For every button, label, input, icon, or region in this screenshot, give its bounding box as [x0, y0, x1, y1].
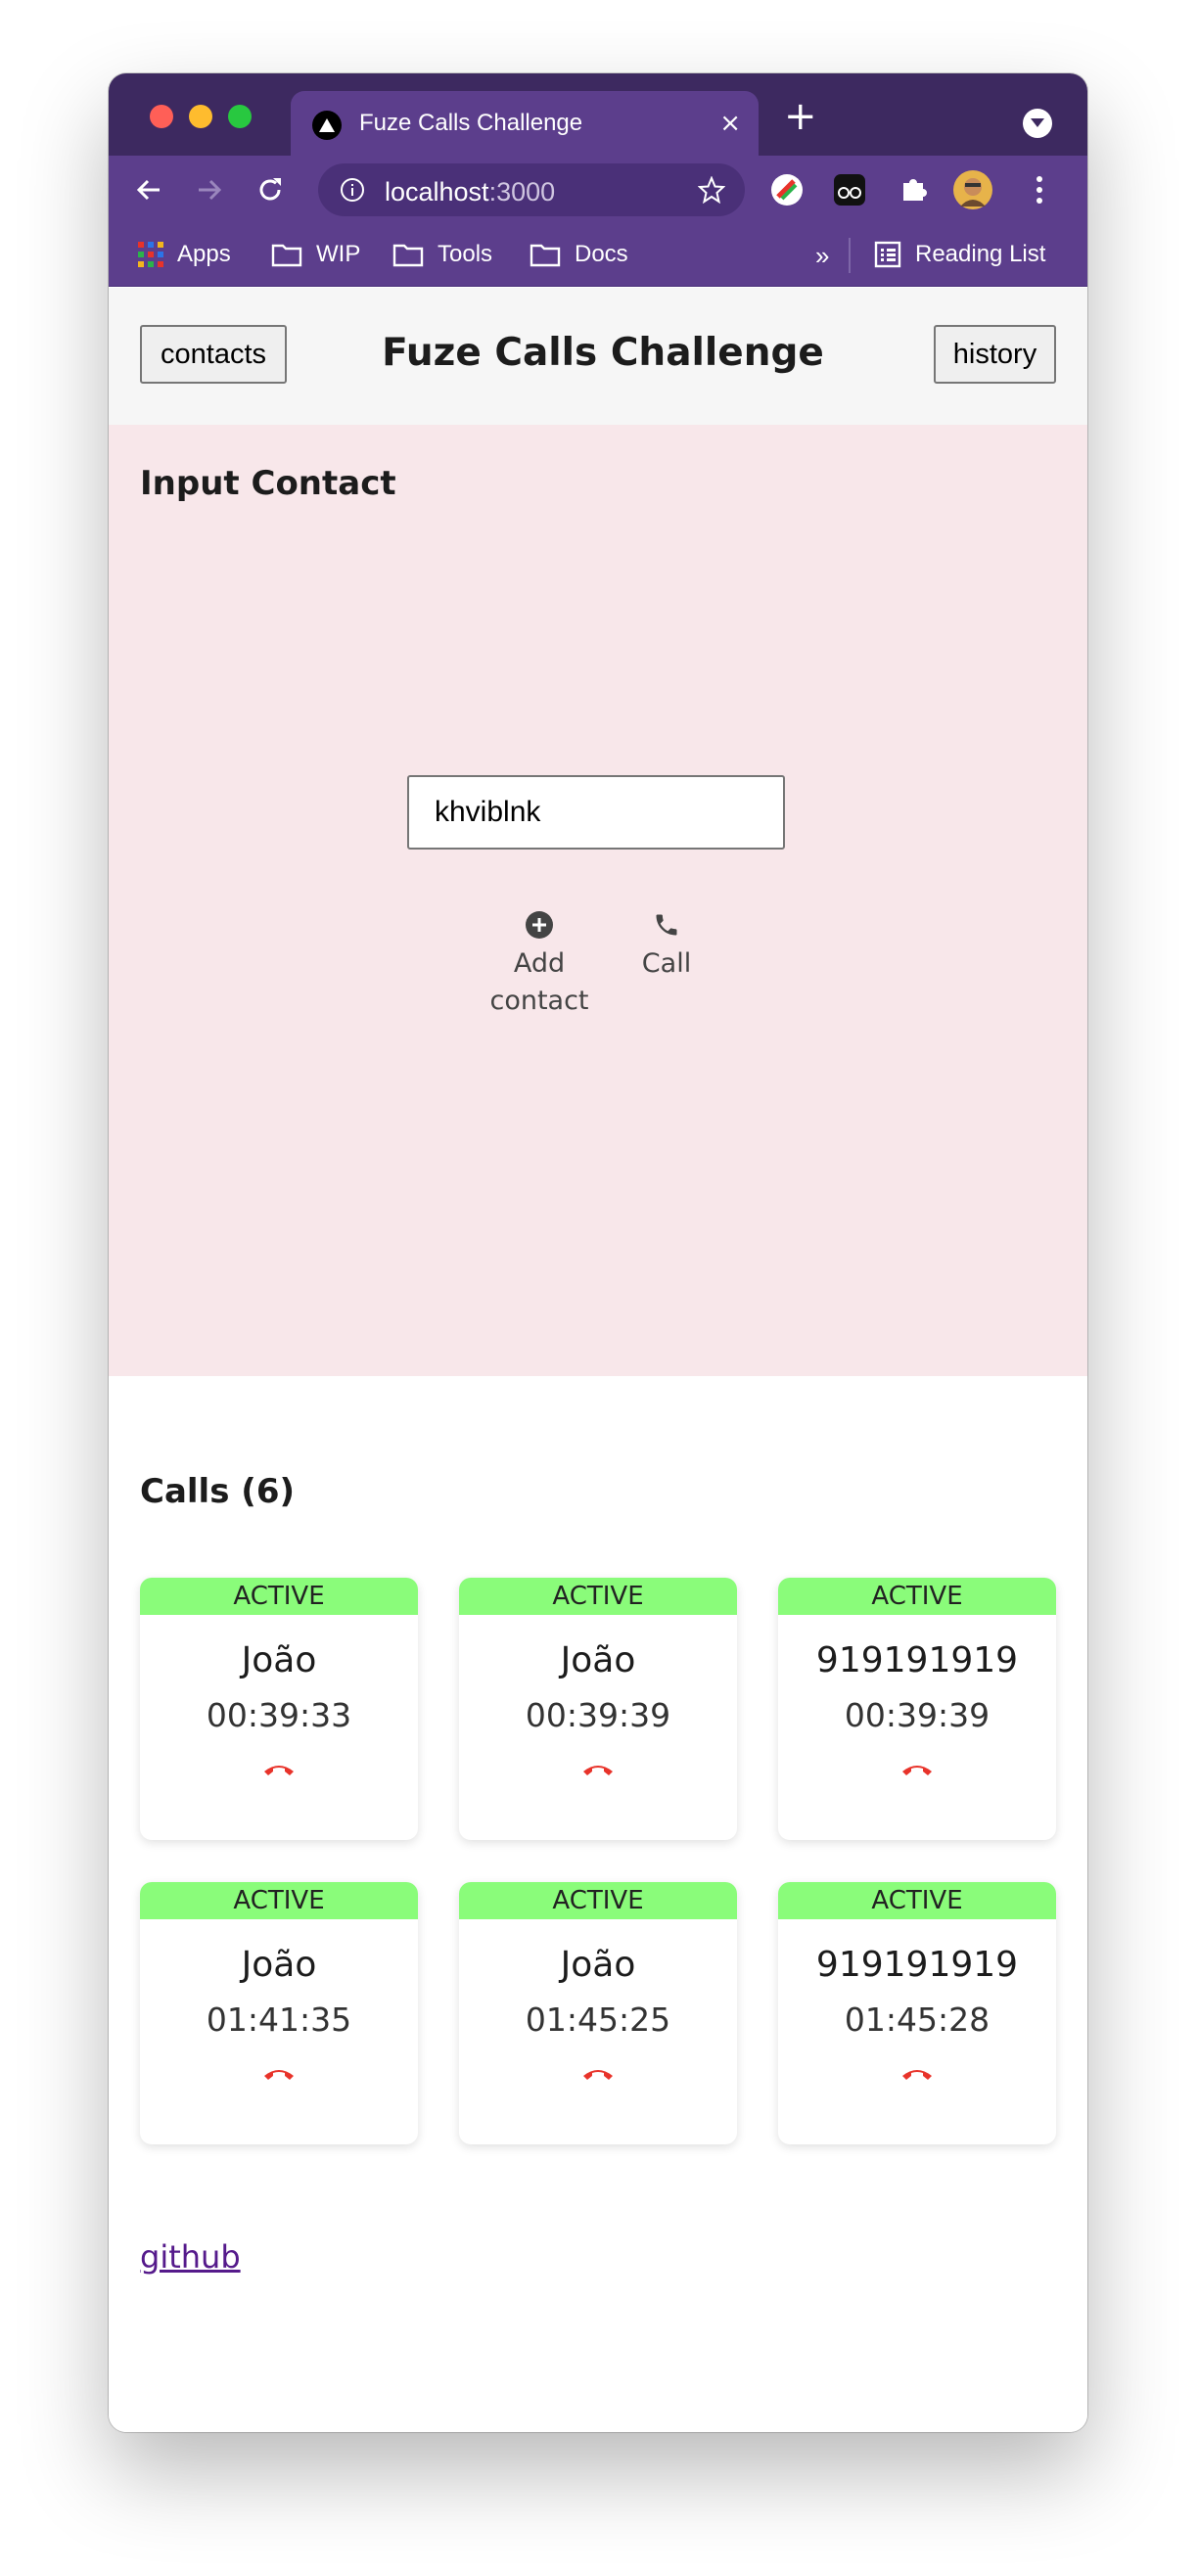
reload-icon[interactable] — [255, 175, 285, 205]
bookmarks-bar: Apps WIP Tools Docs » Reading List — [109, 224, 1087, 287]
contact-input[interactable] — [407, 775, 785, 850]
folder-icon — [271, 244, 302, 267]
bookmarks-overflow-button[interactable]: » — [815, 241, 829, 271]
tab-search-icon[interactable] — [1023, 109, 1052, 138]
calls-title: Calls (6) — [140, 1472, 296, 1511]
favicon-icon — [312, 111, 342, 140]
caller-name: João — [560, 1640, 636, 1680]
extension-color-icon[interactable] — [770, 173, 804, 207]
address-bar[interactable]: localhost:3000 — [318, 163, 745, 216]
history-button[interactable]: history — [934, 325, 1056, 384]
page-content: contacts Fuze Calls Challenge history In… — [109, 288, 1087, 2432]
reading-list-icon — [874, 241, 901, 268]
caller-name: 919191919 — [815, 1640, 1019, 1680]
bookmarks-divider — [849, 238, 851, 273]
new-tab-button[interactable]: + — [784, 97, 817, 136]
status-badge: ACTIVE — [459, 1578, 737, 1615]
call-duration: 00:39:39 — [525, 1696, 671, 1734]
add-contact-label-line2: contact — [489, 986, 589, 1016]
phone-icon — [656, 914, 677, 936]
hang-up-icon[interactable] — [581, 1762, 615, 1777]
profile-avatar[interactable] — [952, 169, 993, 210]
url-text: localhost:3000 — [385, 177, 556, 207]
status-badge: ACTIVE — [459, 1882, 737, 1919]
bookmark-docs[interactable]: Docs — [530, 241, 628, 268]
hang-up-icon[interactable] — [581, 2066, 615, 2082]
caller-name: 919191919 — [815, 1945, 1019, 1985]
bookmark-apps[interactable]: Apps — [138, 241, 231, 268]
status-badge: ACTIVE — [778, 1882, 1056, 1919]
call-card: ACTIVE João 00:39:33 — [140, 1578, 418, 1840]
caller-name: João — [560, 1945, 636, 1985]
folder-icon — [530, 244, 561, 267]
input-contact-section: Input Contact Add contact C — [109, 425, 1087, 1376]
status-badge: ACTIVE — [140, 1882, 418, 1919]
call-duration: 00:39:39 — [844, 1696, 991, 1734]
bookmark-label: Apps — [177, 241, 231, 267]
forward-icon[interactable] — [195, 175, 224, 205]
add-contact-label-line1: Add — [513, 948, 566, 979]
call-duration: 01:41:35 — [206, 2001, 352, 2039]
app-header: contacts Fuze Calls Challenge history — [109, 288, 1087, 425]
hang-up-icon[interactable] — [900, 1762, 934, 1777]
github-link[interactable]: github — [140, 2238, 241, 2276]
close-window-button[interactable] — [150, 105, 173, 128]
call-card: ACTIVE 919191919 00:39:39 — [778, 1578, 1056, 1840]
reading-list-label: Reading List — [915, 241, 1046, 267]
title-bar: Fuze Calls Challenge × + — [109, 73, 1087, 156]
bookmark-label: WIP — [316, 241, 361, 267]
add-circle-icon — [526, 911, 553, 939]
extensions-puzzle-icon[interactable] — [898, 173, 929, 205]
hang-up-icon[interactable] — [262, 2066, 296, 2082]
call-button[interactable]: Call — [627, 904, 706, 983]
call-card: ACTIVE João 01:45:25 — [459, 1882, 737, 2144]
hang-up-icon[interactable] — [262, 1762, 296, 1777]
bookmark-label: Docs — [575, 241, 628, 267]
call-duration: 01:45:28 — [844, 2001, 991, 2039]
back-icon[interactable] — [134, 175, 163, 205]
add-contact-button[interactable]: Add contact — [481, 904, 598, 1020]
bookmark-star-icon[interactable] — [698, 176, 725, 204]
browser-tab[interactable]: Fuze Calls Challenge × — [291, 91, 759, 156]
bookmark-tools[interactable]: Tools — [392, 241, 492, 268]
caller-name: João — [241, 1640, 317, 1680]
apps-grid-icon — [138, 242, 163, 267]
folder-icon — [392, 244, 424, 267]
caller-name: João — [241, 1945, 317, 1985]
tab-close-icon[interactable]: × — [719, 110, 741, 137]
hang-up-icon[interactable] — [900, 2066, 934, 2082]
status-badge: ACTIVE — [778, 1578, 1056, 1615]
extension-glasses-icon[interactable] — [833, 173, 866, 207]
call-card: ACTIVE João 01:41:35 — [140, 1882, 418, 2144]
call-duration: 00:39:33 — [206, 1696, 352, 1734]
bookmark-label: Tools — [438, 241, 493, 267]
section-title: Input Contact — [140, 464, 396, 503]
more-menu-icon[interactable] — [1035, 175, 1044, 205]
status-badge: ACTIVE — [140, 1578, 418, 1615]
call-card: ACTIVE João 00:39:39 — [459, 1578, 737, 1840]
browser-toolbar: localhost:3000 — [109, 156, 1087, 224]
browser-window: Fuze Calls Challenge × + localhost:3000 — [109, 73, 1087, 2432]
call-label: Call — [641, 948, 692, 979]
call-duration: 01:45:25 — [525, 2001, 671, 2039]
call-card: ACTIVE 919191919 01:45:28 — [778, 1882, 1056, 2144]
minimize-window-button[interactable] — [189, 105, 212, 128]
maximize-window-button[interactable] — [228, 105, 252, 128]
reading-list-button[interactable]: Reading List — [874, 241, 1045, 268]
bookmark-wip[interactable]: WIP — [271, 241, 360, 268]
info-icon[interactable] — [340, 177, 365, 203]
tab-title: Fuze Calls Challenge — [359, 110, 583, 136]
